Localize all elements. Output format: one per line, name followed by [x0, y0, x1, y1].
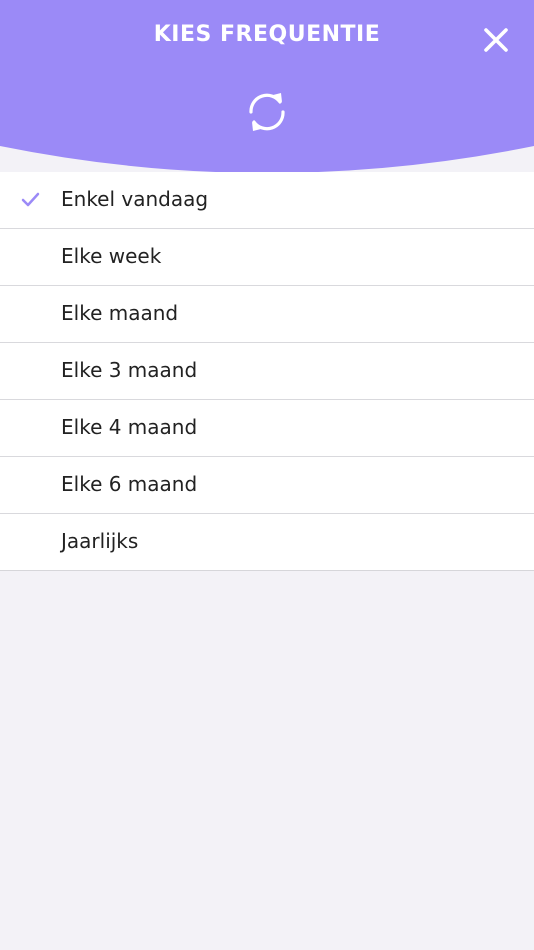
- checkmark-icon: [21, 192, 40, 207]
- page-title: KIES FREQUENTIE: [153, 22, 381, 47]
- frequency-item-elke-6-maand[interactable]: Elke 6 maand: [0, 456, 534, 513]
- frequency-item-label: Elke 4 maand: [61, 415, 198, 439]
- close-button[interactable]: [480, 24, 512, 56]
- frequency-item-elke-4-maand[interactable]: Elke 4 maand: [0, 399, 534, 456]
- refresh-icon: [249, 93, 285, 131]
- frequency-list: Enkel vandaag Elke week Elke maand Elke …: [0, 172, 534, 571]
- frequency-item-label: Jaarlijks: [61, 529, 139, 553]
- header: KIES FREQUENTIE: [0, 0, 534, 172]
- close-icon: [484, 28, 508, 52]
- frequency-item-elke-week[interactable]: Elke week: [0, 228, 534, 285]
- frequency-item-enkel-vandaag[interactable]: Enkel vandaag: [0, 172, 534, 228]
- frequency-item-label: Elke week: [61, 244, 162, 268]
- frequency-item-jaarlijks[interactable]: Jaarlijks: [0, 513, 534, 570]
- frequency-item-label: Elke 3 maand: [61, 358, 198, 382]
- frequency-item-label: Elke maand: [61, 301, 179, 325]
- frequency-item-label: Elke 6 maand: [61, 472, 198, 496]
- frequency-item-elke-3-maand[interactable]: Elke 3 maand: [0, 342, 534, 399]
- frequency-item-elke-maand[interactable]: Elke maand: [0, 285, 534, 342]
- frequency-item-label: Enkel vandaag: [61, 187, 209, 211]
